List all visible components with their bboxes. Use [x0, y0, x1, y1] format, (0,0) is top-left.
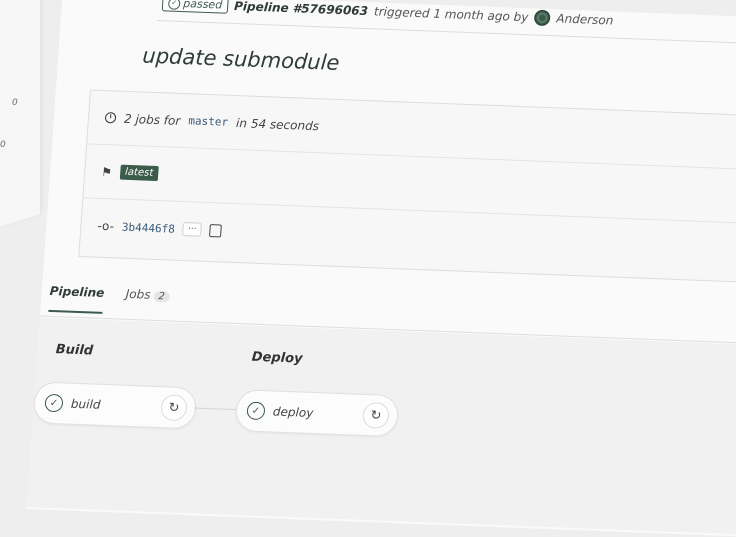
- job-name: deploy: [272, 404, 314, 421]
- pipeline-info-box: 2 jobs for master in 54 seconds ⚑ latest…: [78, 89, 736, 283]
- header-divider: [156, 20, 736, 45]
- latest-tag[interactable]: latest: [119, 164, 159, 182]
- stage-connector: [193, 407, 237, 411]
- tab-jobs[interactable]: Jobs 2: [125, 286, 171, 303]
- commit-sha-link[interactable]: 3b4446f8: [121, 220, 175, 235]
- status-label: passed: [182, 0, 223, 12]
- status-badge[interactable]: ✓ passed: [161, 0, 229, 14]
- pipeline-graph: Build Deploy ✓ build ↻ ✓ deploy ↻: [26, 317, 736, 536]
- user-name[interactable]: Anderson: [556, 11, 614, 27]
- job-name: build: [70, 396, 101, 412]
- check-circle-icon: ✓: [44, 393, 64, 413]
- avatar[interactable]: [533, 9, 552, 26]
- expand-commit-button[interactable]: ···: [182, 222, 202, 237]
- commit-icon: -o-: [96, 218, 115, 234]
- branch-link[interactable]: master: [188, 114, 229, 128]
- retry-icon[interactable]: ↻: [160, 394, 188, 422]
- pipeline-header: ✓ passed Pipeline #57696063 triggered 1 …: [161, 0, 614, 29]
- tab-pipeline[interactable]: Pipeline: [48, 283, 105, 314]
- stage-title-build: Build: [55, 342, 94, 359]
- job-card-build[interactable]: ✓ build ↻: [32, 381, 198, 430]
- page-title: update submodule: [141, 43, 341, 76]
- trigger-text: triggered 1 month ago by: [373, 3, 529, 24]
- check-circle-icon: ✓: [167, 0, 181, 10]
- tab-jobs-label: Jobs: [125, 286, 152, 302]
- pipeline-link[interactable]: Pipeline #57696063: [234, 0, 369, 18]
- jobs-count-badge: 2: [153, 290, 171, 303]
- clock-icon: [104, 112, 117, 124]
- job-card-deploy[interactable]: ✓ deploy ↻: [234, 389, 400, 438]
- stage-title-deploy: Deploy: [251, 349, 304, 367]
- pipeline-page: ✓ passed Pipeline #57696063 triggered 1 …: [26, 0, 736, 537]
- jobs-summary: 2 jobs for: [123, 111, 181, 128]
- duration-text: in 54 seconds: [235, 115, 320, 133]
- copy-icon[interactable]: [209, 223, 222, 237]
- check-circle-icon: ✓: [246, 401, 266, 421]
- retry-icon[interactable]: ↻: [362, 401, 390, 429]
- flag-icon: ⚑: [100, 164, 113, 179]
